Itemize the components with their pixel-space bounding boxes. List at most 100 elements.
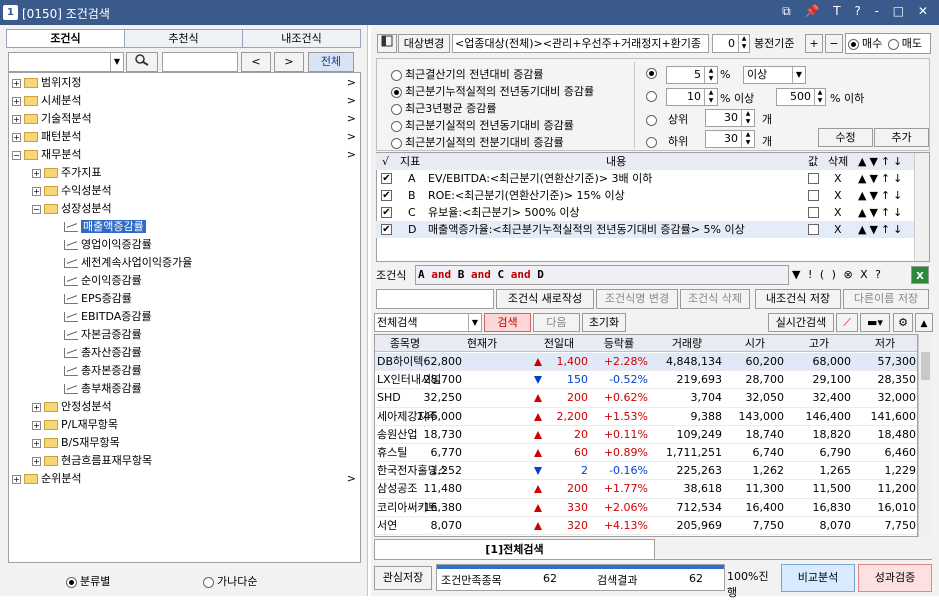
rename-condition-button[interactable]: 조건식명 변경: [596, 289, 678, 309]
tree-item[interactable]: + 패턴분석 >: [12, 128, 356, 145]
window-controls[interactable]: ⧉ 📌 T ? ‑ □ ✕: [782, 4, 933, 19]
grid-scrollbar[interactable]: [918, 334, 932, 537]
buy-radio[interactable]: 매수: [848, 37, 882, 50]
table-row[interactable]: 삼성공조 11,480 200 +1.77% 38,618 11,300 11,500 11,…: [375, 480, 917, 499]
grid-col-header[interactable]: 저가: [865, 335, 905, 352]
watch-save-button[interactable]: 관심저장: [374, 566, 432, 590]
value-checkbox[interactable]: [808, 207, 819, 218]
grid-col-header[interactable]: 거래량: [667, 335, 707, 352]
tree-item[interactable]: + 시세분석 >: [12, 92, 356, 109]
tree-item[interactable]: 총자산증감률: [52, 344, 356, 361]
realtime-search-button[interactable]: 실시간검색: [768, 313, 834, 332]
tree-item[interactable]: 매출액증감률: [52, 218, 356, 235]
table-row[interactable]: 서연 8,070 320 +4.13% 205,969 7,750 8,070 7,750: [375, 517, 917, 535]
collapse-icon[interactable]: −: [32, 204, 41, 214]
chart-button[interactable]: ⟋: [836, 313, 858, 332]
sell-radio[interactable]: 매도: [886, 37, 922, 50]
grid-col-header[interactable]: 전일대비: [539, 335, 579, 367]
param1-radio[interactable]: [646, 66, 660, 79]
settings-button[interactable]: ⚙: [893, 313, 913, 332]
count-input[interactable]: 0 ▲ ▼: [712, 34, 750, 53]
delete-condition-icon[interactable]: X: [834, 204, 842, 221]
param1-select[interactable]: 이상 ▼: [743, 66, 806, 84]
radio-alphabetic[interactable]: 가나다순: [203, 573, 257, 589]
param2-input[interactable]: 10 ▲ ▼: [666, 88, 718, 106]
target-change-button[interactable]: 대상변경: [398, 34, 450, 53]
table-row[interactable]: 휴스틸 6,770 60 +0.89% 1,711,251 6,740 6,790 6,460: [375, 444, 917, 463]
condition-scrollbar[interactable]: [914, 153, 929, 261]
new-condition-button[interactable]: 조건식 새로작성: [496, 289, 594, 309]
tree-item[interactable]: − 성장성분석: [32, 200, 356, 217]
tree-item[interactable]: + P/L재무항목: [32, 416, 356, 433]
spin-icon[interactable]: ▲ ▼: [741, 110, 754, 126]
tree-item[interactable]: 자본금증감률: [52, 326, 356, 343]
tab-all-search[interactable]: [1]전체검색: [374, 539, 655, 559]
condition-row[interactable]: ✔ D 매출액증가율:<최근분기누적실적의 전년동기대비 증감률> 5% 이상 X ▲▼…: [376, 221, 915, 238]
condition-checkbox[interactable]: ✔: [381, 190, 392, 201]
grid-col-header[interactable]: 고가: [799, 335, 839, 352]
expand-button[interactable]: [377, 34, 397, 53]
scope-select[interactable]: 전체검색 ▼: [374, 313, 482, 332]
option-radio[interactable]: 최근3년평균 증감률: [391, 100, 496, 116]
move-arrows[interactable]: ▲▼↑↓: [858, 221, 905, 238]
next-button[interactable]: >: [274, 52, 304, 72]
save-as-button[interactable]: 다른이름 저장: [843, 289, 929, 309]
all-button[interactable]: 전체: [308, 52, 354, 72]
option-radio[interactable]: 최근결산기의 전년대비 증감률: [391, 66, 544, 82]
table-row[interactable]: LX인터내셔널 28,700 150 -0.52% 219,693 28,700 29,10…: [375, 371, 917, 390]
grid-col-header[interactable]: 등락률: [599, 335, 639, 352]
delete-condition-icon[interactable]: X: [834, 187, 842, 204]
condition-checkbox[interactable]: ✔: [381, 224, 392, 235]
minus-button[interactable]: −: [825, 34, 843, 53]
tree-item[interactable]: + 안정성분석: [32, 398, 356, 415]
tree-item[interactable]: 영업이익증감률: [52, 236, 356, 253]
tree-item[interactable]: 세전계속사업이익증가율: [52, 254, 356, 271]
spin-icon[interactable]: ▲ ▼: [738, 35, 749, 52]
param4-input[interactable]: 30 ▲ ▼: [705, 130, 755, 148]
param1-input[interactable]: 5 ▲ ▼: [666, 66, 718, 84]
tree-item[interactable]: + 범위지정 >: [12, 74, 356, 91]
compare-button[interactable]: 비교분석: [781, 564, 855, 592]
condition-checkbox[interactable]: ✔: [381, 207, 392, 218]
formula-input[interactable]: A and B and C and D: [415, 265, 789, 285]
expand-icon[interactable]: +: [32, 402, 41, 412]
spin-icon[interactable]: ▲ ▼: [814, 89, 825, 105]
tree-item[interactable]: + 기술적분석 >: [12, 110, 356, 127]
tree-item[interactable]: 총부채증감률: [52, 380, 356, 397]
tree-item[interactable]: + 현금흐름표재무항목: [32, 452, 356, 469]
param3-input[interactable]: 30 ▲ ▼: [705, 109, 755, 127]
expand-icon[interactable]: +: [12, 474, 21, 484]
formula-operators[interactable]: ▼ ! ( ) ⊗ X ?: [792, 265, 910, 285]
condition-name-input[interactable]: [376, 289, 494, 309]
view-toggle[interactable]: ▬▾: [860, 313, 890, 332]
expand-icon[interactable]: +: [32, 456, 41, 466]
modify-button[interactable]: 수정: [818, 128, 873, 147]
radio-category[interactable]: 분류별: [66, 573, 110, 589]
table-row[interactable]: 코리아써키트 16,380 330 +2.06% 712,534 16,400 16,830…: [375, 499, 917, 517]
param2-input2[interactable]: 500 ▲ ▼: [776, 88, 826, 106]
prev-button[interactable]: <: [241, 52, 271, 72]
spin-icon[interactable]: ▲ ▼: [704, 89, 717, 105]
condition-checkbox[interactable]: ✔: [381, 173, 392, 184]
plus-button[interactable]: +: [805, 34, 823, 53]
table-row[interactable]: SHD 32,250 200 +0.62% 3,704 32,050 32,400 32,00…: [375, 389, 917, 408]
tree-item[interactable]: 총자본증감률: [52, 362, 356, 379]
excel-button[interactable]: X: [911, 266, 929, 284]
search-button[interactable]: [126, 52, 158, 72]
table-row[interactable]: DB하이텍 62,800 1,400 +2.28% 4,848,134 60,200 68,…: [375, 353, 917, 372]
search-run-button[interactable]: 검색: [484, 313, 531, 332]
spin-icon[interactable]: ▲ ▼: [741, 131, 754, 147]
tree-item[interactable]: + B/S재무항목: [32, 434, 356, 451]
grid-col-header[interactable]: 현재가: [462, 335, 502, 352]
expand-icon[interactable]: +: [32, 438, 41, 448]
value-checkbox[interactable]: [808, 224, 819, 235]
add-button[interactable]: 추가: [874, 128, 929, 147]
delete-condition-icon[interactable]: X: [834, 170, 842, 187]
scroll-thumb[interactable]: [921, 352, 930, 380]
tree-item[interactable]: + 주가지표: [32, 164, 356, 181]
option-radio[interactable]: 최근분기누적실적의 전년동기대비 증감률: [391, 83, 594, 99]
move-arrows[interactable]: ▲▼↑↓: [858, 170, 905, 187]
collapse-icon[interactable]: −: [12, 150, 21, 160]
value-checkbox[interactable]: [808, 173, 819, 184]
expand-icon[interactable]: +: [32, 186, 41, 196]
